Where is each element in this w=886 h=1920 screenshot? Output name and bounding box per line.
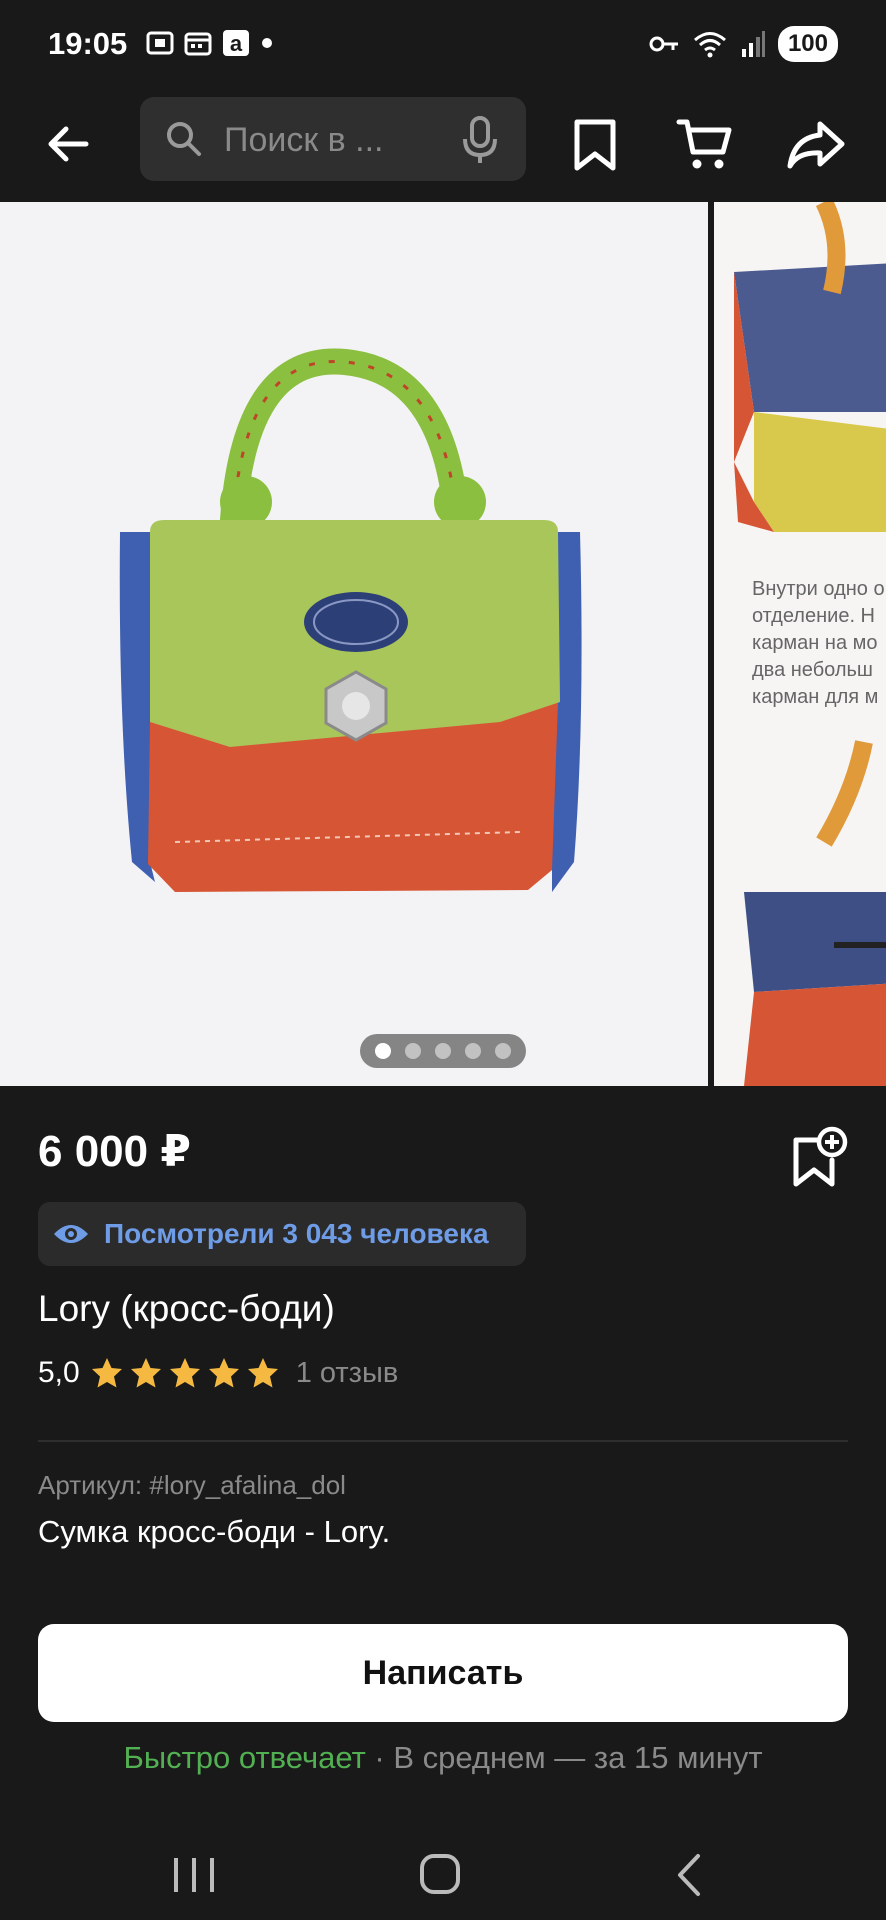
views-count: Посмотрели 3 043 человека xyxy=(104,1218,489,1249)
product-title: Lory (кросс-боди) xyxy=(38,1288,335,1329)
product-image xyxy=(119,348,582,892)
cart-icon[interactable] xyxy=(675,114,735,174)
write-button[interactable]: Написать xyxy=(38,1624,848,1722)
bookmark-add-icon[interactable] xyxy=(788,1126,848,1190)
screenshot-icon xyxy=(146,31,174,55)
signal-icon xyxy=(741,31,765,57)
back-nav-icon[interactable] xyxy=(660,1850,720,1900)
rating-stars xyxy=(90,1356,280,1390)
search-input[interactable]: Поиск в ... xyxy=(140,97,526,181)
star-icon xyxy=(208,1358,239,1388)
reply-fast-label: Быстро отвечает xyxy=(123,1740,366,1775)
views-badge: Посмотрели 3 043 человека xyxy=(38,1202,526,1266)
star-icon xyxy=(130,1358,161,1388)
battery-indicator: 100 xyxy=(777,26,838,62)
recent-apps-icon[interactable] xyxy=(164,1850,224,1900)
rating-value: 5,0 xyxy=(38,1356,80,1389)
pagination-dot xyxy=(465,1043,481,1059)
reviews-link[interactable]: 1 отзыв xyxy=(296,1357,399,1390)
search-icon xyxy=(167,122,201,156)
gallery-slide-next[interactable]: Внутри одно о отделение. Н карман на мо … xyxy=(714,202,886,1086)
search-placeholder: Поиск в ... xyxy=(224,121,384,159)
back-arrow-icon[interactable] xyxy=(40,114,100,174)
product-description: Сумка кросс-боди - Lory. xyxy=(38,1514,391,1549)
key-icon xyxy=(649,36,678,52)
dot-icon xyxy=(262,38,272,48)
reply-time-info: Быстро отвечает · В среднем — за 15 мину… xyxy=(0,1740,886,1776)
mic-icon[interactable] xyxy=(460,115,500,165)
pagination-dot xyxy=(435,1043,451,1059)
pagination-dot xyxy=(495,1043,511,1059)
wifi-icon xyxy=(693,32,726,58)
image-gallery[interactable]: Внутри одно о отделение. Н карман на мо … xyxy=(0,202,886,1086)
top-bar: Поиск в ... xyxy=(0,92,886,202)
reply-average-label: · В среднем — за 15 минут xyxy=(365,1740,763,1775)
gallery-pagination xyxy=(360,1034,526,1068)
home-icon[interactable] xyxy=(410,1850,470,1900)
star-icon xyxy=(247,1358,278,1388)
system-nav-bar xyxy=(0,1820,886,1920)
gallery-slide-main[interactable] xyxy=(0,202,708,1086)
bookmark-icon[interactable] xyxy=(565,114,625,174)
gallery-slide-caption: Внутри одно о отделение. Н карман на мо … xyxy=(752,578,885,708)
status-time: 19:05 xyxy=(48,26,128,61)
pagination-dot xyxy=(405,1043,421,1059)
a-app-icon: a xyxy=(223,30,249,56)
article-number: Артикул: #lory_afalina_dol xyxy=(38,1470,346,1500)
calendar-icon xyxy=(184,32,212,56)
star-icon xyxy=(91,1358,122,1388)
divider xyxy=(38,1440,848,1442)
share-icon[interactable] xyxy=(786,114,846,174)
svg-text:a: a xyxy=(230,31,243,56)
eye-icon xyxy=(54,1225,88,1243)
star-icon xyxy=(169,1358,200,1388)
pagination-dot xyxy=(375,1043,391,1059)
product-price: 6 000 ₽ xyxy=(38,1127,191,1176)
status-bar: 19:05 a 100 xyxy=(0,0,886,92)
rating-row[interactable]: 5,0 1 отзыв xyxy=(38,1356,398,1390)
